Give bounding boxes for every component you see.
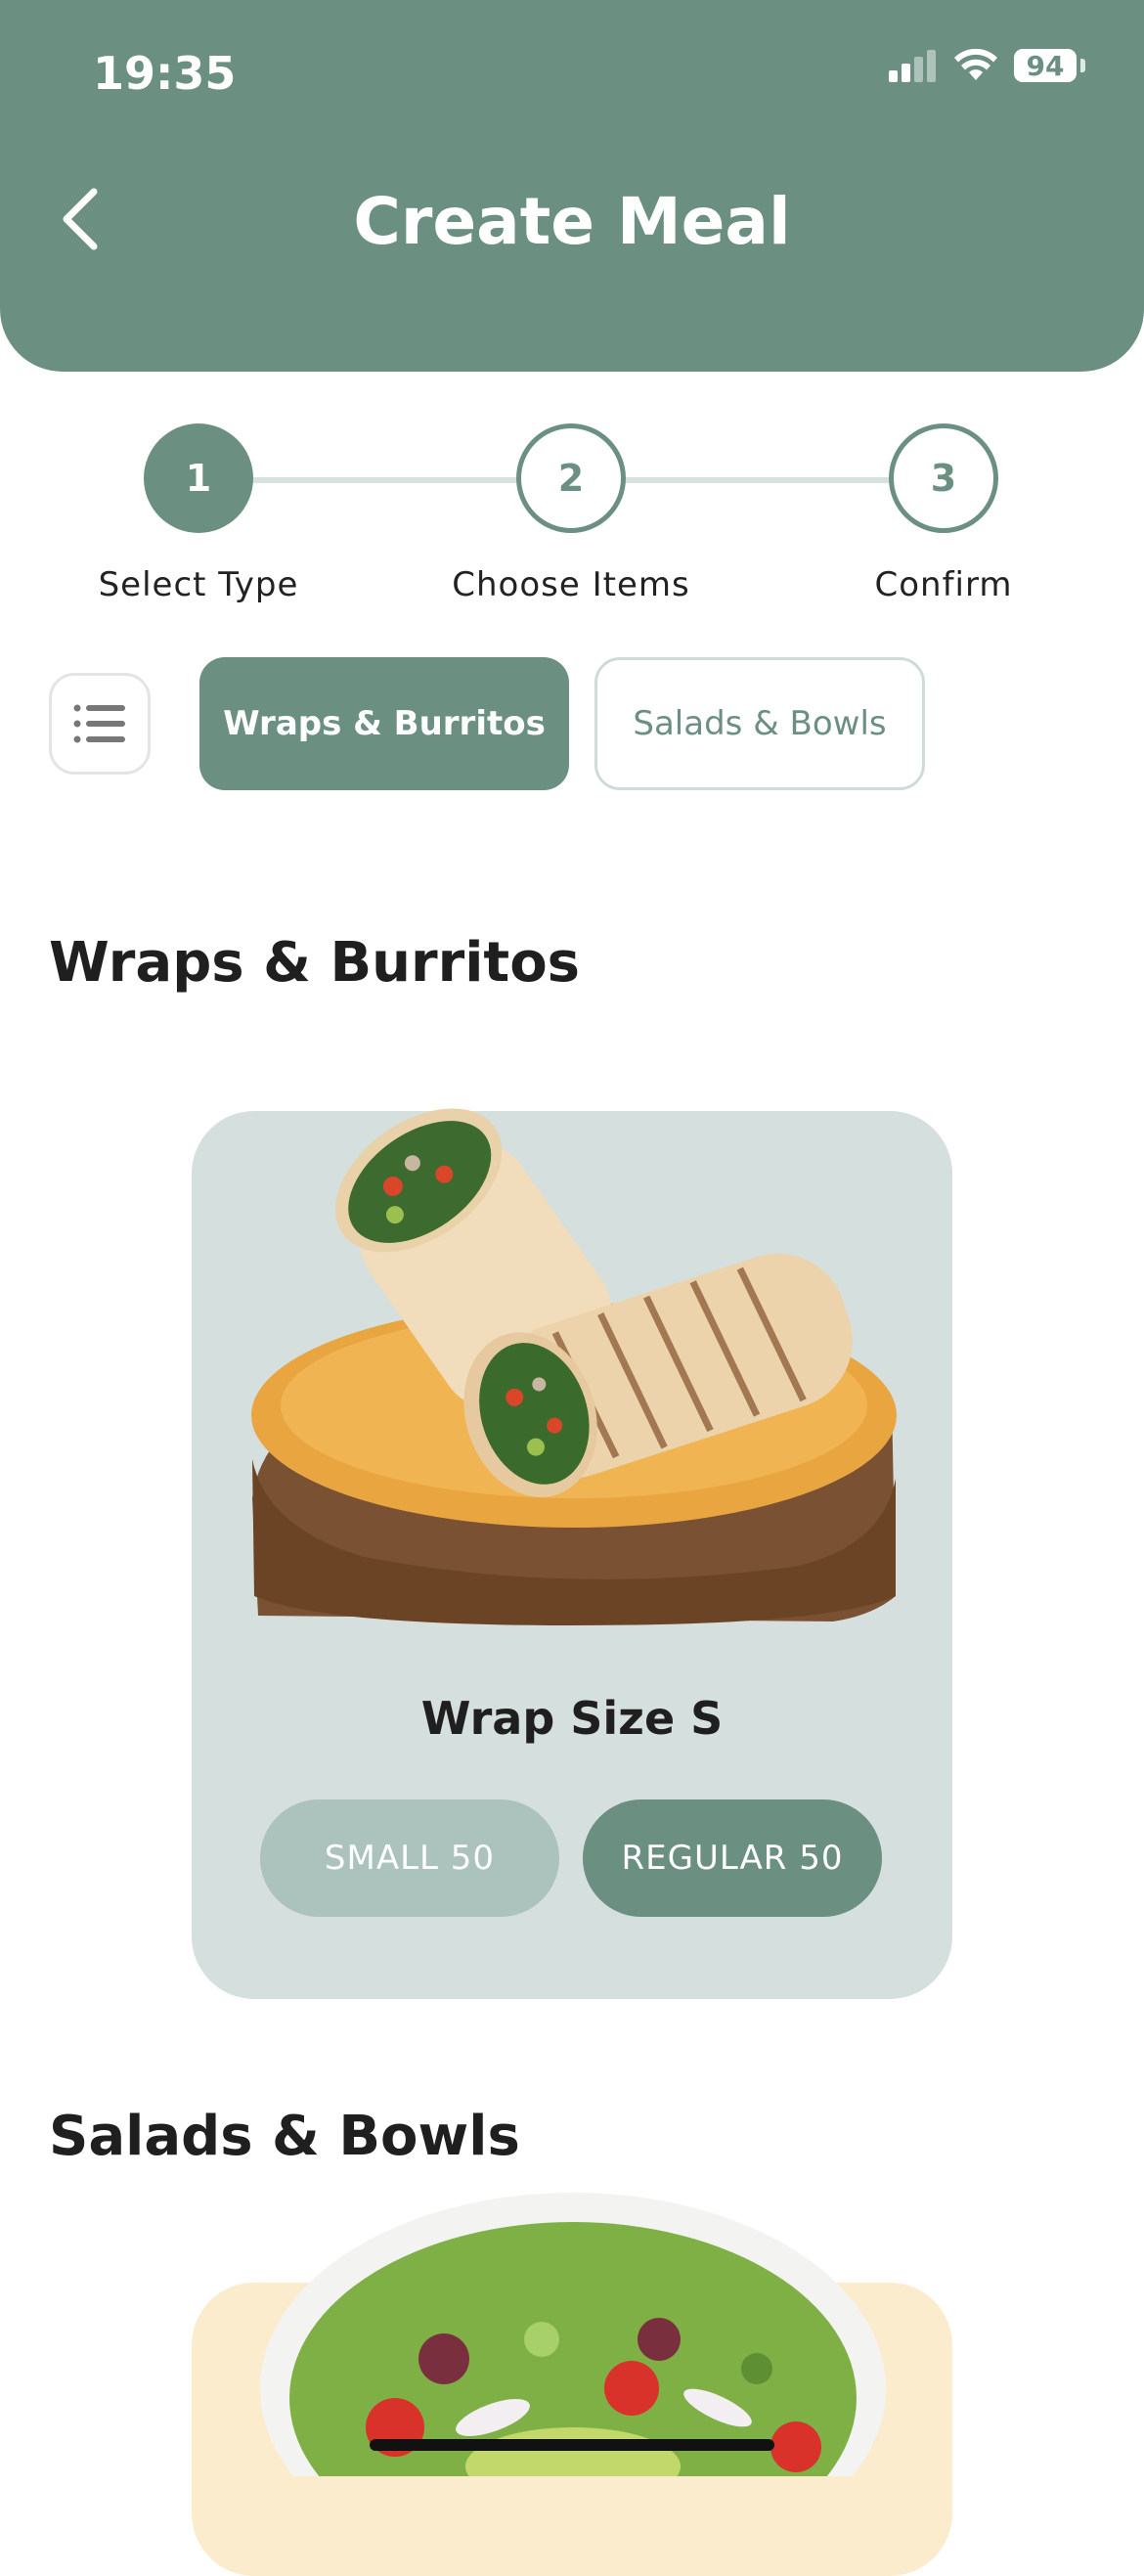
category-menu-button[interactable] [49,673,151,775]
battery-nub [1080,59,1085,72]
section-title-wraps: Wraps & Burritos [49,931,580,995]
size-regular-button[interactable]: REGULAR 50 [583,1799,882,1917]
product-name: Wrap Size S [420,1692,724,1745]
step-1-circle: 1 [144,423,253,533]
app-header: 19:35 94 Create Meal [0,0,1144,372]
chip-wraps-burritos[interactable]: Wraps & Burritos [199,657,569,790]
list-icon [73,704,125,743]
section-title-salads: Salads & Bowls [49,2105,520,2168]
step-3-circle: 3 [889,423,998,533]
salad-product-image [260,2193,886,2476]
status-icons: 94 [887,49,1085,82]
page-title: Create Meal [353,184,791,259]
signal-icon [889,50,936,82]
step-2-label: Choose Items [452,565,690,604]
step-3-label: Confirm [874,565,1013,604]
home-indicator [370,2439,774,2451]
chip-salads-bowls[interactable]: Salads & Bowls [594,657,925,790]
battery-icon: 94 [1014,49,1077,82]
wrap-product-image [251,1108,897,1625]
wifi-icon [954,49,997,80]
status-time: 19:35 [93,47,237,100]
size-small-button[interactable]: SMALL 50 [260,1799,559,1917]
step-1-label: Select Type [98,565,299,604]
step-2-circle: 2 [516,423,626,533]
